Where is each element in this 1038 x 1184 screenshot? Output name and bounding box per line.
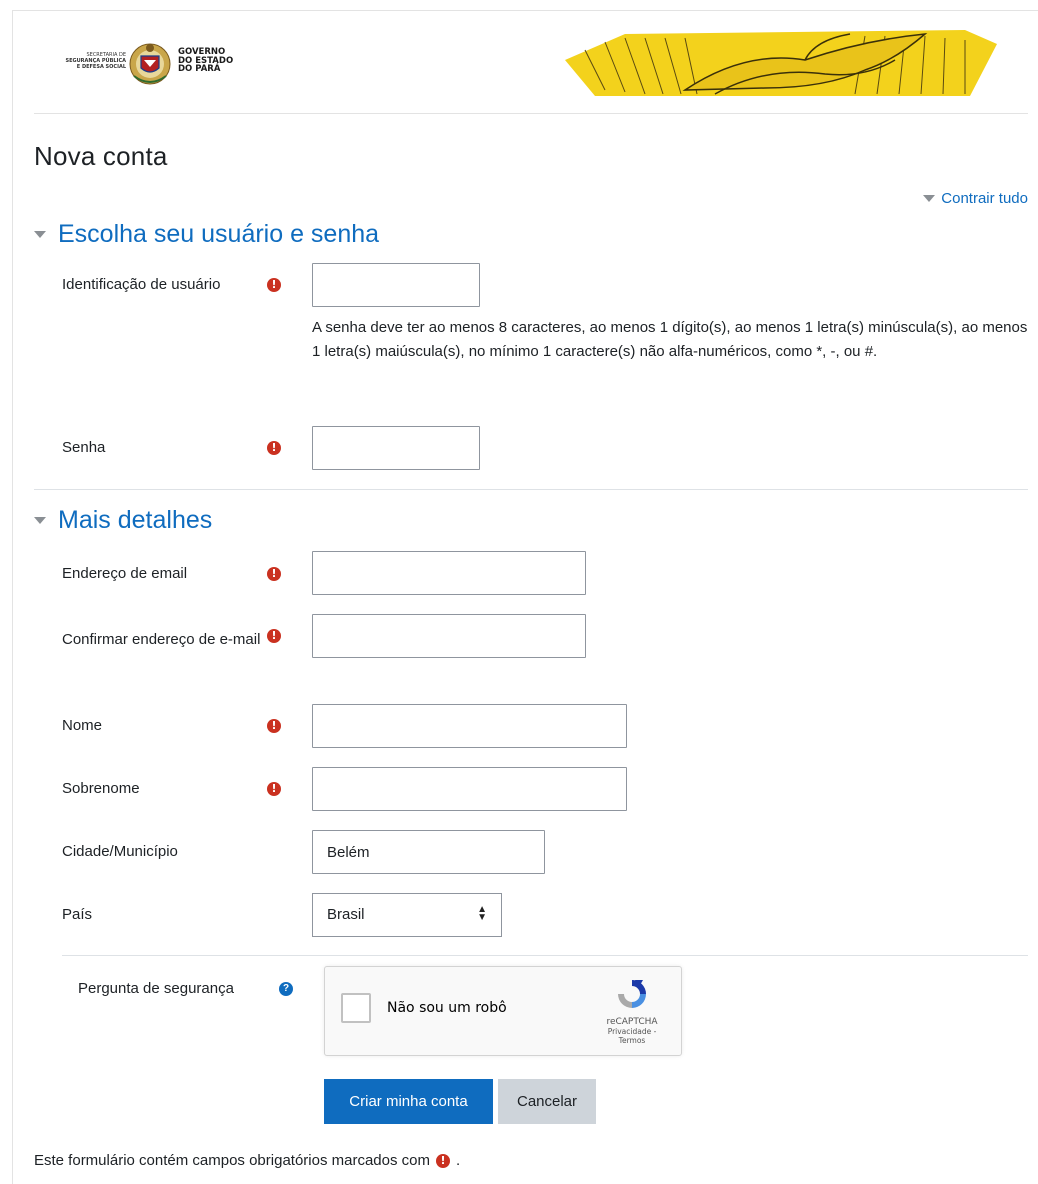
cancel-button[interactable]: Cancelar: [498, 1079, 596, 1124]
email-confirm-input[interactable]: [312, 614, 586, 658]
bird-banner-image: [565, 30, 997, 96]
required-icon: !: [267, 441, 281, 455]
question-circle-icon[interactable]: ?: [279, 982, 293, 996]
required-note-text: Este formulário contém campos obrigatóri…: [34, 1152, 430, 1169]
password-label: Senha: [62, 439, 106, 456]
required-icon: !: [267, 278, 281, 292]
required-icon: !: [267, 719, 281, 733]
collapse-all-label: Contrair tudo: [941, 190, 1028, 207]
country-label: País: [62, 906, 93, 923]
secretaria-line3: E DEFESA SOCIAL: [76, 64, 126, 70]
create-account-button[interactable]: Criar minha conta: [324, 1079, 493, 1124]
header-banner: SECRETARIA DE SEGURANÇA PÚBLICA E DEFESA…: [34, 30, 1028, 102]
password-policy-text: A senha deve ter ao menos 8 caracteres, …: [312, 319, 1028, 360]
secretaria-text: SECRETARIA DE SEGURANÇA PÚBLICA E DEFESA…: [56, 52, 127, 70]
triangle-down-icon: [34, 517, 46, 524]
section-divider: [62, 955, 1028, 956]
section-details-toggle[interactable]: Mais detalhes: [34, 506, 212, 535]
firstname-input[interactable]: [312, 704, 627, 748]
required-icon: !: [267, 782, 281, 796]
username-label: Identificação de usuário: [62, 276, 221, 293]
state-seal-icon: [129, 43, 171, 85]
firstname-label: Nome: [62, 717, 103, 734]
security-question-label: Pergunta de segurança: [78, 980, 234, 997]
required-note-end: .: [456, 1152, 461, 1169]
triangle-down-icon: [923, 195, 936, 202]
lastname-label: Sobrenome: [62, 780, 140, 797]
country-select[interactable]: Brasil ▲ ▼: [312, 893, 502, 937]
recaptcha-brand: reCAPTCHA: [606, 1017, 658, 1027]
select-arrows-icon: ▲ ▼: [477, 904, 487, 923]
section-details-heading: Mais detalhes: [58, 506, 213, 534]
email-label: Endereço de email: [62, 565, 188, 582]
government-text: GOVERNO DO ESTADO DO PARÁ: [178, 48, 233, 74]
city-label: Cidade/Município: [62, 843, 178, 860]
header-divider: [34, 113, 1028, 114]
required-icon: !: [436, 1153, 450, 1168]
section-user-toggle[interactable]: Escolha seu usuário e senha: [34, 220, 379, 249]
city-input[interactable]: [312, 830, 545, 874]
gov-line3: DO PARÁ: [178, 64, 221, 74]
password-input[interactable]: [312, 426, 480, 470]
lastname-input[interactable]: [312, 767, 627, 811]
government-logo: SECRETARIA DE SEGURANÇA PÚBLICA E DEFESA…: [56, 36, 266, 96]
email-input[interactable]: [312, 551, 586, 595]
recaptcha-logo: reCAPTCHA Privacidade - Termos: [597, 977, 667, 1045]
collapse-all-link[interactable]: Contrair tudo: [923, 190, 1028, 207]
required-fields-note: Este formulário contém campos obrigatóri…: [34, 1152, 460, 1169]
section-divider: [34, 489, 1028, 490]
page-title: Nova conta: [34, 141, 168, 171]
recaptcha-widget: Não sou um robô reCAPTCHA Privacidade - …: [324, 966, 682, 1056]
required-icon: !: [267, 567, 281, 581]
section-user-heading: Escolha seu usuário e senha: [58, 220, 380, 248]
email-confirm-label: Confirmar endereço de e-mail: [62, 631, 261, 648]
username-input[interactable]: [312, 263, 480, 307]
country-selected-value: Brasil: [327, 906, 365, 923]
recaptcha-label: Não sou um robô: [387, 1000, 507, 1016]
recaptcha-checkbox[interactable]: [341, 993, 371, 1023]
triangle-down-icon: [34, 231, 46, 238]
required-icon: !: [267, 629, 281, 643]
recaptcha-links[interactable]: Privacidade - Termos: [597, 1027, 667, 1045]
recaptcha-icon: [618, 980, 646, 1008]
